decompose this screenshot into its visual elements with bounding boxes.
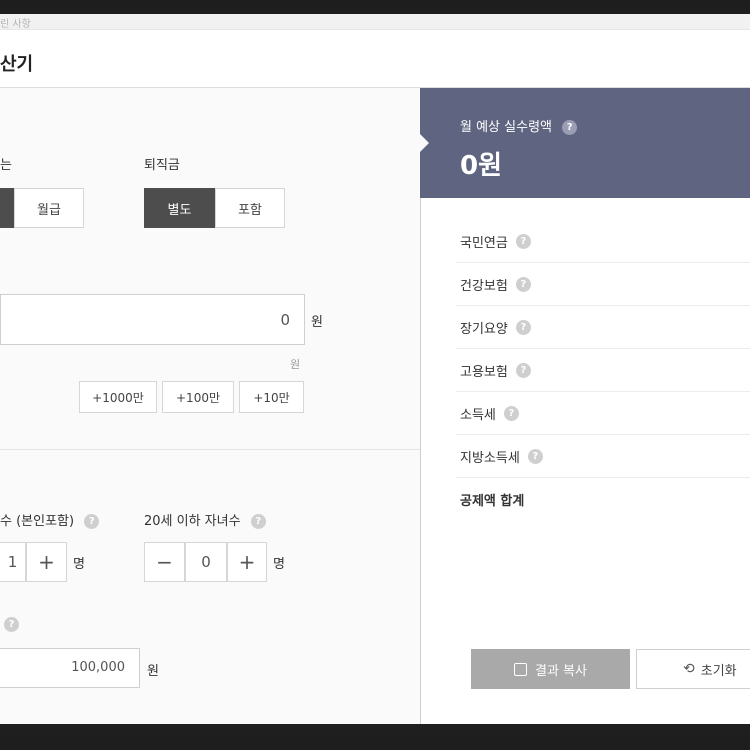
- deduction-total-row: 공제액 합계: [456, 478, 750, 521]
- page-title: 산기: [0, 54, 34, 75]
- page-header: 산기: [0, 30, 750, 88]
- copy-result-button[interactable]: 결과 복사: [471, 649, 630, 689]
- dependents-plus-button[interactable]: +: [26, 542, 67, 582]
- dependents-value: 1: [0, 542, 26, 582]
- add-1m-button[interactable]: +100만: [162, 381, 234, 413]
- result-label: 월 예상 실수령액 ?: [460, 116, 578, 135]
- nontax-unit: 원: [147, 664, 159, 679]
- children-label-text: 20세 이하 자녀수: [144, 514, 241, 529]
- nontax-help-icon[interactable]: ?: [4, 617, 19, 632]
- salary-input[interactable]: 0: [0, 294, 305, 345]
- children-unit: 명: [273, 557, 285, 572]
- nontax-value: 100,000: [71, 660, 125, 675]
- long-term-care-help-icon[interactable]: ?: [515, 319, 531, 335]
- severance-label: 퇴직금: [144, 158, 180, 173]
- pay-type-option-monthly[interactable]: 월급: [14, 188, 84, 228]
- children-minus-button[interactable]: −: [144, 542, 185, 582]
- deduction-total-label: 공제액 합계: [460, 494, 525, 509]
- bottom-frame: [0, 735, 750, 750]
- local-income-tax-help-icon[interactable]: ?: [527, 448, 543, 464]
- salary-unit: 원: [311, 315, 323, 330]
- pay-type-label: 는: [0, 158, 12, 173]
- deduction-row-local-income-tax: 지방소득세 ?: [456, 435, 750, 478]
- nontax-input[interactable]: 100,000: [0, 648, 140, 688]
- result-pointer: [420, 134, 429, 152]
- copy-result-label: 결과 복사: [535, 663, 587, 679]
- severance-option-included[interactable]: 포함: [215, 188, 285, 228]
- health-insurance-help-icon[interactable]: ?: [515, 276, 531, 292]
- severance-option-separate[interactable]: 별도: [144, 188, 215, 228]
- children-value: 0: [185, 542, 227, 582]
- deduction-label: 지방소득세: [460, 450, 520, 466]
- dependents-unit: 명: [73, 557, 85, 572]
- top-frame: [0, 0, 750, 14]
- result-value: 0원: [460, 151, 503, 181]
- section-divider: [0, 449, 420, 450]
- national-pension-help-icon[interactable]: ?: [515, 233, 531, 249]
- deduction-label: 소득세: [460, 407, 496, 423]
- pay-type-option-annual[interactable]: [0, 188, 14, 228]
- deduction-label: 장기요양: [460, 321, 508, 337]
- reset-label: 초기화: [700, 663, 737, 679]
- deduction-row-income-tax: 소득세 ?: [456, 392, 750, 435]
- deduction-label: 국민연금: [460, 235, 508, 251]
- salary-hint: 원: [290, 358, 301, 371]
- children-help-icon[interactable]: ?: [250, 514, 266, 529]
- deduction-row-employment-insurance: 고용보험 ?: [456, 349, 750, 392]
- deduction-label: 고용보험: [460, 364, 508, 380]
- strip-text: 린 사항: [0, 19, 31, 30]
- income-tax-help-icon[interactable]: ?: [503, 405, 519, 421]
- copy-icon: [514, 662, 527, 676]
- dependents-label-text: 수 (본인포함): [0, 514, 75, 529]
- dependents-help-icon[interactable]: ?: [84, 514, 100, 529]
- dependents-label: 수 (본인포함) ?: [0, 510, 100, 529]
- employment-insurance-help-icon[interactable]: ?: [515, 362, 531, 378]
- result-label-text: 월 예상 실수령액: [460, 120, 552, 135]
- children-label: 20세 이하 자녀수 ?: [144, 510, 266, 529]
- children-plus-button[interactable]: +: [227, 542, 267, 582]
- deduction-row-national-pension: 국민연금 ?: [456, 220, 750, 263]
- add-100k-button[interactable]: +10만: [239, 381, 304, 413]
- deduction-row-health-insurance: 건강보험 ?: [456, 263, 750, 306]
- result-help-icon[interactable]: ?: [562, 120, 578, 135]
- deduction-label: 건강보험: [460, 278, 508, 294]
- top-strip: 린 사항: [0, 14, 750, 30]
- reset-button[interactable]: ⟲ 초기화: [636, 649, 750, 689]
- reset-icon: ⟲: [683, 661, 695, 677]
- salary-value: 0: [280, 311, 290, 329]
- add-10m-button[interactable]: +1000만: [79, 381, 157, 413]
- deduction-row-long-term-care: 장기요양 ?: [456, 306, 750, 349]
